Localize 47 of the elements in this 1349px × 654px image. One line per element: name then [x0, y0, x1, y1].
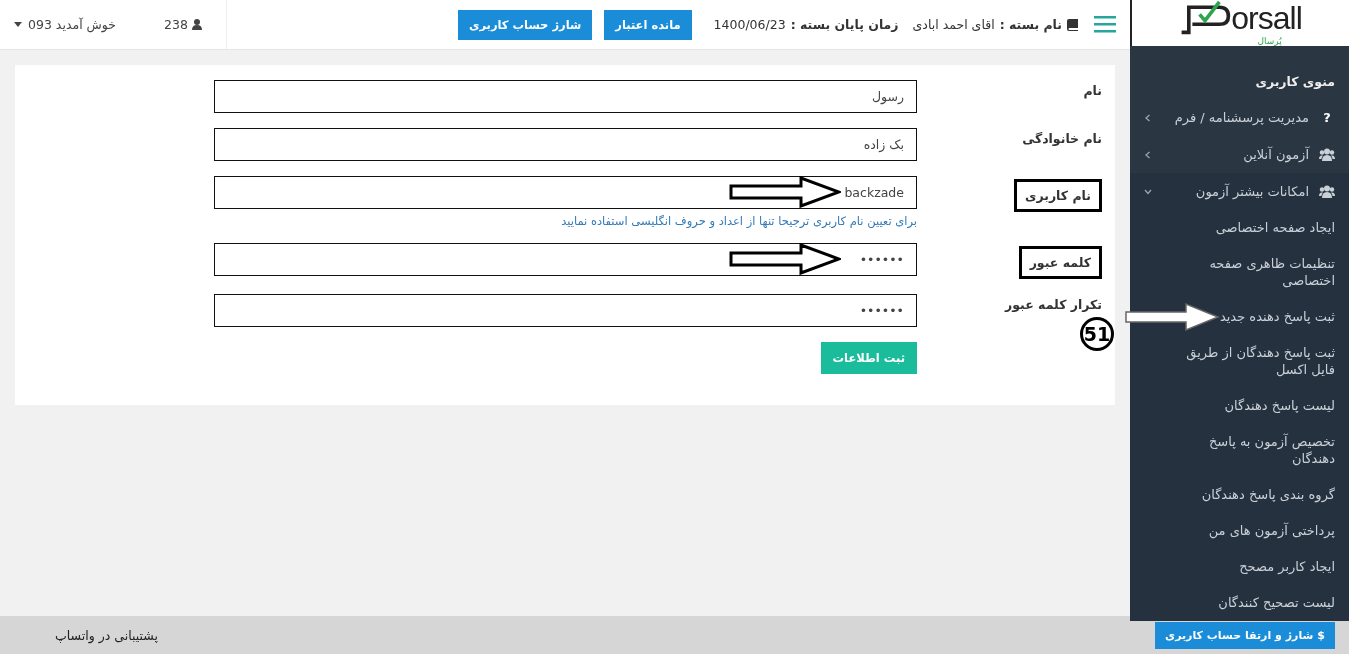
- end-date: 1400/06/23: [713, 17, 786, 32]
- logo-wordmark: orsall: [1231, 1, 1302, 35]
- sidebar-item[interactable]: امکانات بیشتر آزمون: [1130, 173, 1349, 210]
- sidebar-title: منوی کاربری: [1254, 73, 1336, 91]
- users-icon: [1319, 148, 1335, 161]
- submenu-item[interactable]: ثبت پاسخ دهنده جدید: [1219, 308, 1335, 325]
- field-label: نام کاربری: [1014, 179, 1102, 212]
- field-label: نام خانوادگی: [1022, 131, 1102, 146]
- input-field[interactable]: ••••••: [214, 243, 917, 276]
- whatsapp-support-link[interactable]: پشتیبانی در واتساپ: [55, 627, 158, 643]
- logo-subtitle: پُرسال: [1257, 36, 1282, 46]
- user-icon: [191, 19, 202, 30]
- input-field[interactable]: بک زاده: [214, 128, 917, 161]
- welcome-text[interactable]: 093 خوش آمدید: [28, 17, 117, 32]
- package-name: اقای احمد ابادی: [912, 17, 995, 32]
- field-label: تکرار کلمه عبور: [1005, 297, 1102, 312]
- submenu-item[interactable]: ثبت پاسخ دهندگان از طریق فایل اکسل: [1180, 344, 1335, 378]
- submenu-item[interactable]: لیست تصحیح کنندگان: [1218, 594, 1335, 611]
- question-icon: ?: [1319, 110, 1335, 125]
- users-icon: [1319, 185, 1335, 198]
- upgrade-button[interactable]: $ شارژ و ارتقا حساب کاربری: [1155, 621, 1335, 649]
- menu-icon[interactable]: [1094, 16, 1116, 33]
- header-button[interactable]: مانده اعتبار: [604, 9, 692, 40]
- header-button[interactable]: شارژ حساب کاربری: [457, 9, 593, 40]
- input-field[interactable]: رسول: [214, 80, 917, 113]
- sidebar-item[interactable]: آزمون آنلاین: [1130, 136, 1349, 173]
- hint-text: برای تعیین نام کاربری ترجیحا تنها از اعداد و حروف انگلیسی استفاده نمایید: [561, 214, 917, 228]
- input-field[interactable]: ••••••: [214, 294, 917, 327]
- package-label: نام بسته :: [999, 17, 1062, 32]
- field-label: نام: [1083, 83, 1102, 98]
- submenu-item[interactable]: ایجاد صفحه اختصاصی: [1215, 219, 1335, 236]
- chevron-icon: [1144, 187, 1152, 196]
- caret-icon[interactable]: [14, 22, 22, 27]
- submenu-item[interactable]: لیست پاسخ دهندگان: [1224, 397, 1335, 414]
- submenu-item[interactable]: پرداختی آزمون های من: [1208, 522, 1335, 539]
- end-date-label: زمان پایان بسته :: [790, 17, 899, 32]
- book-icon: [1067, 18, 1078, 31]
- submenu-item[interactable]: ایجاد کاربر مصحح: [1239, 558, 1335, 575]
- input-field[interactable]: backzade: [214, 176, 917, 209]
- chevron-icon: [1144, 150, 1152, 159]
- user-count: 238: [164, 17, 188, 32]
- chevron-icon: [1144, 113, 1152, 122]
- field-label: کلمه عبور: [1018, 246, 1102, 279]
- submenu-item[interactable]: تخصیص آزمون به پاسخ دهندگان: [1180, 433, 1335, 467]
- submenu-item[interactable]: گروه بندی پاسخ دهندگان: [1201, 486, 1335, 503]
- submenu-item[interactable]: تنظیمات ظاهری صفحه اختصاصی: [1180, 255, 1335, 289]
- sidebar-item[interactable]: ? مدیریت پرسشنامه / فرم: [1130, 99, 1349, 136]
